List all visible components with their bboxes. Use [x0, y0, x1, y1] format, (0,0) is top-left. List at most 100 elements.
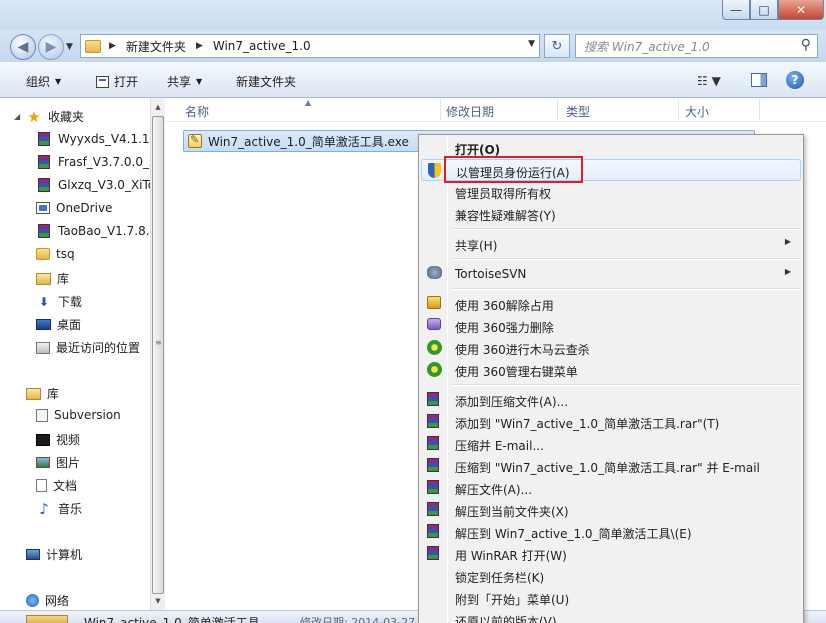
- scroll-up-icon[interactable]: ▲: [151, 100, 165, 114]
- column-divider[interactable]: [678, 100, 679, 120]
- nav-item[interactable]: 视频: [36, 431, 80, 448]
- menu-take-ownership[interactable]: 管理员取得所有权: [421, 181, 801, 203]
- menu-add-rar[interactable]: 添加到 "Win7_active_1.0_简单激活工具.rar"(T): [421, 411, 801, 433]
- address-bar[interactable]: ▶ 新建文件夹 ▶ Win7_active_1.0 ▼: [80, 34, 540, 58]
- navigation-pane: ◢ ★ 收藏夹 Wyyxds_V4.1.1.1 Frasf_V3.7.0.0_X …: [0, 98, 165, 623]
- nav-item[interactable]: Wyyxds_V4.1.1.1: [36, 132, 161, 146]
- nav-item[interactable]: OneDrive: [36, 201, 112, 215]
- chevron-right-icon: ▶: [109, 41, 116, 51]
- new-folder-button[interactable]: 新建文件夹: [236, 73, 296, 90]
- column-modified[interactable]: 修改日期: [446, 103, 494, 120]
- menu-share[interactable]: 共享(H) ▶: [421, 233, 801, 255]
- menu-add-archive[interactable]: 添加到压缩文件(A)...: [421, 389, 801, 411]
- nav-item[interactable]: Frasf_V3.7.0.0_X: [36, 155, 157, 169]
- search-icon[interactable]: ⚲: [801, 37, 811, 53]
- refresh-icon: ↻: [551, 38, 563, 54]
- nav-scrollbar[interactable]: ▲ ≡ ▼: [150, 98, 165, 610]
- menu-restore-versions[interactable]: 还原以前的版本(V): [421, 609, 801, 623]
- menu-360-scan[interactable]: 使用 360进行木马云查杀: [421, 337, 801, 359]
- column-size[interactable]: 大小: [685, 103, 709, 120]
- menu-compress-email[interactable]: 压缩并 E-mail...: [421, 433, 801, 455]
- breadcrumb-item[interactable]: ▶ Win7_active_1.0: [196, 39, 311, 53]
- organize-button[interactable]: 组织 ▼: [26, 73, 61, 90]
- computer-icon: [26, 549, 40, 560]
- help-icon[interactable]: ?: [786, 71, 804, 89]
- column-name[interactable]: 名称: [185, 103, 209, 120]
- minimize-button[interactable]: —: [722, 0, 750, 20]
- video-icon: [36, 433, 50, 446]
- music-icon: ♪: [39, 499, 49, 518]
- share-button[interactable]: 共享 ▼: [167, 73, 202, 90]
- download-icon: ⬇: [38, 294, 50, 309]
- nav-item[interactable]: ♪ 音乐: [36, 499, 82, 518]
- pictures-icon: [36, 457, 50, 468]
- menu-pin-start[interactable]: 附到「开始」菜单(U): [421, 587, 801, 609]
- window-controls: — □ ✕: [722, 0, 824, 20]
- forward-arrow-icon: ▶: [45, 39, 57, 55]
- open-icon: [96, 75, 109, 88]
- preview-pane-icon[interactable]: [751, 73, 767, 87]
- nav-item[interactable]: Glxzq_V3.0_XiTo: [36, 178, 155, 192]
- winrar-icon: [427, 480, 439, 494]
- menu-separator: [451, 228, 801, 230]
- menu-pin-taskbar[interactable]: 锁定到任务栏(K): [421, 565, 801, 587]
- column-divider[interactable]: [759, 100, 760, 120]
- menu-extract-to[interactable]: 解压到 Win7_active_1.0_简单激活工具\(E): [421, 521, 801, 543]
- menu-extract-files[interactable]: 解压文件(A)...: [421, 477, 801, 499]
- menu-360-manage[interactable]: 使用 360管理右键菜单: [421, 359, 801, 381]
- folder-icon: [85, 39, 101, 53]
- network-icon: [26, 594, 39, 607]
- menu-troubleshoot[interactable]: 兼容性疑难解答(Y): [421, 203, 801, 225]
- menu-open[interactable]: 打开(O): [421, 137, 801, 159]
- nav-libraries[interactable]: 库: [26, 385, 59, 402]
- onedrive-icon: [36, 202, 50, 214]
- collapse-icon[interactable]: ◢: [14, 112, 20, 121]
- scroll-thumb[interactable]: [152, 116, 164, 594]
- menu-compress-rar-email[interactable]: 压缩到 "Win7_active_1.0_简单激活工具.rar" 并 E-mai…: [421, 455, 801, 477]
- context-menu: 打开(O) 以管理员身份运行(A) 管理员取得所有权 兼容性疑难解答(Y) 共享…: [418, 134, 804, 623]
- column-type[interactable]: 类型: [566, 103, 590, 120]
- open-button[interactable]: 打开: [96, 73, 138, 90]
- library-icon: [26, 387, 41, 400]
- nav-item[interactable]: 最近访问的位置: [36, 339, 140, 356]
- tortoisesvn-icon: [427, 266, 442, 279]
- close-button[interactable]: ✕: [778, 0, 824, 20]
- column-divider[interactable]: [557, 100, 558, 120]
- address-dropdown[interactable]: ▼: [528, 39, 535, 49]
- view-options-icon[interactable]: ☷ ▼: [697, 74, 721, 88]
- nav-item[interactable]: Subversion: [36, 408, 121, 422]
- refresh-button[interactable]: ↻: [544, 34, 570, 58]
- grip-icon: ≡: [155, 338, 162, 347]
- nav-item[interactable]: 图片: [36, 454, 80, 471]
- exe-file-icon: [188, 133, 202, 148]
- recent-pages-dropdown[interactable]: ▼: [66, 42, 73, 52]
- chevron-down-icon: ▼: [55, 77, 62, 86]
- security-360-icon: [427, 362, 442, 377]
- menu-open-winrar[interactable]: 用 WinRAR 打开(W): [421, 543, 801, 565]
- nav-network[interactable]: 网络: [26, 592, 69, 609]
- menu-run-as-admin[interactable]: 以管理员身份运行(A): [421, 159, 801, 181]
- nav-item[interactable]: TaoBao_V1.7.8.: [36, 224, 150, 238]
- search-input[interactable]: 搜索 Win7_active_1.0 ⚲: [575, 34, 818, 58]
- winrar-icon: [427, 414, 439, 428]
- forward-button[interactable]: ▶: [38, 34, 64, 60]
- nav-computer[interactable]: 计算机: [26, 546, 82, 563]
- star-icon: ★: [27, 107, 41, 126]
- winrar-archive-icon: [38, 224, 50, 238]
- maximize-button[interactable]: □: [750, 0, 778, 20]
- library-icon: [36, 272, 51, 285]
- menu-tortoisesvn[interactable]: TortoiseSVN ▶: [421, 263, 801, 285]
- back-button[interactable]: ◀: [10, 34, 36, 60]
- nav-item[interactable]: 文档: [36, 477, 77, 494]
- nav-item[interactable]: 库: [36, 270, 69, 287]
- nav-item[interactable]: ⬇ 下载: [36, 293, 82, 310]
- menu-360-delete[interactable]: 使用 360强力删除: [421, 315, 801, 337]
- column-divider[interactable]: [440, 100, 441, 120]
- nav-favorites[interactable]: ★ 收藏夹: [26, 107, 84, 126]
- menu-extract-here[interactable]: 解压到当前文件夹(X): [421, 499, 801, 521]
- menu-360-unlock[interactable]: 使用 360解除占用: [421, 293, 801, 315]
- breadcrumb-item[interactable]: ▶ 新建文件夹: [109, 38, 186, 55]
- scroll-down-icon[interactable]: ▼: [151, 594, 165, 608]
- nav-item[interactable]: 桌面: [36, 316, 81, 333]
- nav-item[interactable]: tsq: [36, 247, 75, 261]
